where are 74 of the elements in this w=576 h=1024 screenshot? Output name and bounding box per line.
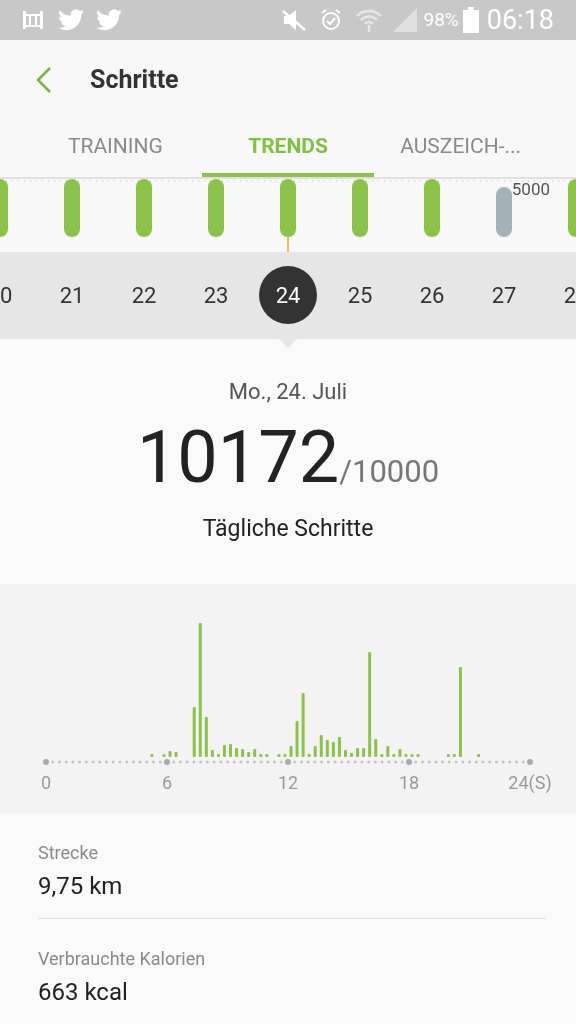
day-item[interactable]: 2 (563, 266, 576, 325)
step-bar (277, 754, 281, 758)
step-bar (337, 737, 341, 758)
step-bar (356, 748, 360, 758)
step-bar (307, 754, 311, 758)
step-bar (253, 749, 257, 758)
step-bar (325, 740, 329, 758)
step-bar (168, 751, 172, 758)
date-label: Mo., 24. Juli (228, 378, 348, 407)
step-bar (331, 742, 335, 758)
stat-value: 9,75 km (38, 871, 124, 902)
step-bar (283, 754, 287, 758)
step-bar (229, 744, 233, 758)
axis-label: 24(S) (508, 771, 552, 796)
step-bar (452, 754, 456, 758)
step-bar (235, 748, 239, 758)
step-bar (344, 750, 347, 758)
goal-label: 5000 (511, 180, 550, 199)
bird-icon (58, 9, 84, 31)
step-count: 10172 (136, 422, 340, 495)
day-item[interactable]: 24 (259, 266, 317, 325)
step-bar (265, 754, 269, 758)
step-bar (350, 753, 354, 758)
step-bar (380, 754, 384, 758)
page-title: Schritte (90, 64, 179, 96)
step-bar (295, 721, 299, 758)
axis-label: 12 (277, 771, 299, 796)
day-item[interactable]: 22 (131, 266, 157, 325)
day-item[interactable]: 23 (203, 266, 229, 325)
step-bar (319, 735, 323, 758)
step-bar (386, 746, 390, 758)
step-bar (477, 754, 481, 758)
step-bar (259, 754, 263, 758)
back-icon (36, 66, 52, 93)
step-bar (392, 754, 396, 758)
step-bar (210, 750, 214, 758)
step-bar (216, 754, 220, 758)
step-bar (162, 754, 166, 758)
day-item[interactable]: 26 (419, 266, 445, 325)
step-bar (247, 752, 251, 758)
day-item[interactable]: 25 (347, 266, 373, 325)
step-bar (192, 707, 196, 758)
day-item[interactable]: 21 (59, 266, 85, 325)
axis-label: 0 (40, 771, 52, 796)
step-bar (416, 754, 420, 758)
steps-caption: Tägliche Schritte (202, 513, 374, 544)
step-bar (174, 752, 178, 758)
stat-label: Strecke (38, 841, 99, 865)
muted-speaker-icon (281, 8, 308, 32)
wifi-icon (355, 7, 384, 33)
step-bar (289, 746, 293, 758)
step-bar (241, 749, 245, 758)
signal-icon (393, 8, 418, 32)
stat-value: 663 kcal (38, 977, 129, 1008)
step-bar (374, 739, 378, 758)
crib-icon (22, 9, 44, 31)
axis-label: 18 (398, 771, 420, 796)
step-bar (150, 754, 154, 758)
step-bar (301, 693, 305, 758)
day-item[interactable]: 27 (491, 266, 517, 325)
step-bar (410, 754, 414, 758)
bird-icon (96, 9, 122, 31)
battery-icon (462, 7, 479, 33)
step-bar (362, 748, 366, 758)
step-bar (204, 717, 208, 758)
step-bar (404, 754, 408, 758)
stat-label: Verbrauchte Kalorien (38, 947, 207, 971)
step-goal: /10000 (339, 453, 440, 493)
step-bar (446, 754, 450, 758)
step-bar (398, 749, 402, 758)
axis-label: 6 (161, 771, 173, 796)
day-item[interactable]: 0 (0, 266, 13, 325)
step-bar (223, 745, 226, 758)
step-bar (313, 746, 317, 758)
